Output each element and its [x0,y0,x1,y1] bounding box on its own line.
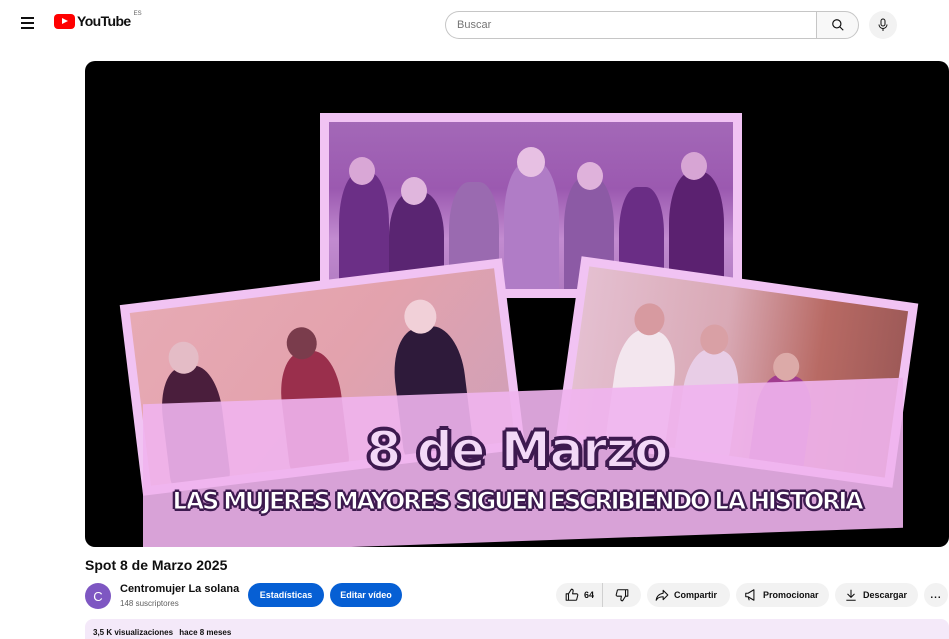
share-button[interactable]: Compartir [647,583,730,607]
thumbs-down-icon [615,589,629,602]
channel-name[interactable]: Centromujer La solana [120,583,239,595]
channel-avatar[interactable]: C [85,583,111,609]
download-button[interactable]: Descargar [835,583,918,607]
search-icon [831,19,844,31]
download-icon [846,589,856,601]
view-count: 3,5 K visualizaciones [93,628,174,637]
like-button[interactable]: 64 [556,583,604,607]
megaphone-icon [745,589,755,601]
video-overlay-subtitle: LAS MUJERES MAYORES SIGUEN ESCRIBIENDO L… [172,487,864,516]
stats-button[interactable]: Estadísticas [248,583,324,607]
description-box[interactable]: 3,5 K visualizaciones hace 8 meses [85,619,949,639]
youtube-logo-icon [54,13,75,29]
video-title: Spot 8 de Marzo 2025 [85,557,228,573]
like-count: 64 [584,590,595,600]
mic-icon [878,18,888,31]
upload-date: hace 8 meses [179,628,232,637]
search-bar [445,11,859,39]
subscriber-count: 148 suscriptores [120,599,179,608]
more-icon[interactable]: ... [924,583,948,607]
menu-icon[interactable] [20,14,40,34]
promote-label: Promocionar [763,590,819,600]
download-label: Descargar [863,590,908,600]
video-player[interactable]: 8 de Marzo LAS MUJERES MAYORES SIGUEN ES… [85,61,949,547]
search-input[interactable] [445,11,816,39]
youtube-logo[interactable]: YouTube ES [54,11,142,29]
dislike-button[interactable] [603,583,641,607]
edit-video-button[interactable]: Editar vídeo [330,583,402,607]
thumbs-up-icon [565,588,579,601]
search-button[interactable] [816,11,859,39]
share-label: Compartir [674,590,718,600]
share-icon [655,589,669,601]
logo-text: YouTube [77,13,131,29]
top-bar: YouTube ES [0,0,949,48]
promote-button[interactable]: Promocionar [736,583,829,607]
voice-search-button[interactable] [869,11,897,39]
like-dislike-group: 64 [556,583,641,607]
region-code: ES [133,11,142,17]
video-overlay-title: 8 de Marzo [366,420,670,480]
